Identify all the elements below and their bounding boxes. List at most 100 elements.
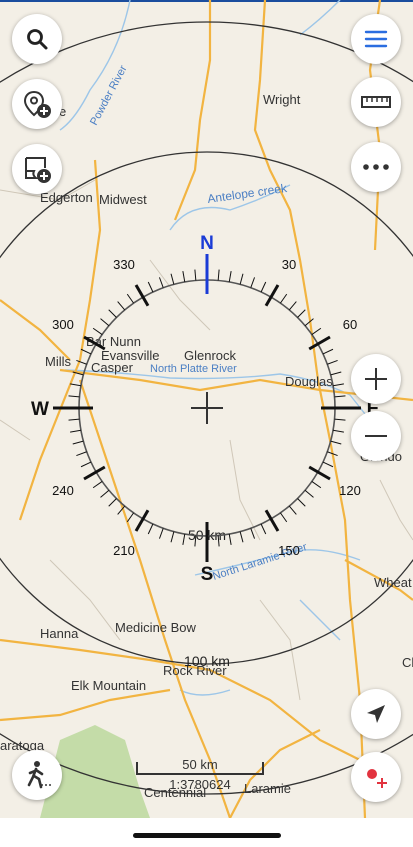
compass-tick xyxy=(182,271,186,283)
hiker-icon xyxy=(27,761,51,789)
place-label: Douglas xyxy=(285,374,333,389)
scale-bar-ratio: 1:3780624 xyxy=(169,777,231,792)
compass-tick xyxy=(147,523,154,535)
place-label: North Platte River xyxy=(150,363,237,375)
compass-tick xyxy=(297,498,306,507)
place-label: Medicine Bow xyxy=(115,620,197,635)
scale-bar xyxy=(136,762,264,775)
compass-tick xyxy=(332,429,344,433)
compass-tick xyxy=(68,395,80,398)
compass-tick xyxy=(280,512,288,523)
compass-tick xyxy=(228,533,232,545)
navigation-arrow-icon xyxy=(367,705,385,723)
compass-tick xyxy=(126,293,134,304)
ruler-icon xyxy=(361,96,391,108)
track-button[interactable] xyxy=(12,750,62,800)
compass-tick xyxy=(250,277,256,288)
compass-tick xyxy=(239,273,244,285)
compass-tick xyxy=(158,277,164,288)
compass-tick xyxy=(182,533,186,545)
compass-tick xyxy=(100,489,110,498)
route-icon xyxy=(367,769,387,788)
compass-tick xyxy=(322,461,334,468)
compass-tick xyxy=(260,281,267,293)
compass-tick xyxy=(170,273,175,285)
compass-tick xyxy=(70,429,82,433)
place-label: Hanna xyxy=(40,626,79,641)
menu-button[interactable] xyxy=(351,14,401,64)
compass-tick xyxy=(92,481,103,489)
compass-tick xyxy=(288,505,297,515)
place-label: Ch xyxy=(402,655,413,670)
compass-tick xyxy=(217,269,220,281)
compass-tick xyxy=(72,440,84,445)
compass-north: N xyxy=(200,233,214,254)
compass-degree: 330 xyxy=(113,257,135,272)
compass-tick xyxy=(330,440,342,445)
add-poi-button[interactable] xyxy=(12,79,62,129)
compass-tick xyxy=(100,318,110,327)
zoom-in-button[interactable] xyxy=(351,354,401,404)
compass-tick xyxy=(280,293,288,304)
place-label: Glenrock xyxy=(184,348,237,363)
compass-tick xyxy=(194,269,197,281)
compass-west: W xyxy=(31,399,49,420)
compass-degree: 150 xyxy=(278,543,300,558)
route-button[interactable] xyxy=(351,752,401,802)
place-label: Wright xyxy=(263,92,301,107)
minus-icon xyxy=(365,435,387,437)
compass-degree: 300 xyxy=(52,317,74,332)
compass-tick xyxy=(297,309,306,318)
compass-tick xyxy=(311,327,322,335)
place-label: Wheat xyxy=(374,575,412,590)
map-canvas[interactable]: Powder River Wright Edgerton Midwest Ant… xyxy=(0,0,413,818)
compass-degree: 60 xyxy=(343,317,357,332)
compass-tick xyxy=(80,461,92,468)
compass-tick xyxy=(239,531,244,543)
zoom-out-button[interactable] xyxy=(351,411,401,461)
place-label: Antelope creek xyxy=(206,181,288,206)
place-label: Mills xyxy=(45,354,71,369)
more-button[interactable] xyxy=(351,142,401,192)
add-poi-icon xyxy=(23,90,51,118)
compass-tick xyxy=(334,395,346,398)
compass-degree: 240 xyxy=(52,483,74,498)
add-note-button[interactable] xyxy=(12,144,62,194)
compass-tick xyxy=(327,359,338,365)
compass-tick xyxy=(304,489,314,498)
place-label: Midwest xyxy=(99,192,147,207)
compass-tick xyxy=(228,271,232,283)
compass-tick xyxy=(68,418,80,421)
place-label: Edgerton xyxy=(40,190,93,205)
compass-tick xyxy=(147,281,154,293)
menu-icon xyxy=(364,30,388,48)
compass-tick xyxy=(70,383,82,387)
place-label: Powder River xyxy=(88,63,130,127)
plus-icon xyxy=(365,368,387,390)
compass-tick xyxy=(117,301,126,311)
compass-tick xyxy=(311,481,322,489)
home-indicator[interactable] xyxy=(133,833,281,838)
compass-tick xyxy=(108,498,117,507)
compass-tick xyxy=(76,451,87,457)
ring-label-outer: 100 km xyxy=(184,653,230,669)
compass-tick xyxy=(80,348,92,355)
compass-degree: 210 xyxy=(113,543,135,558)
compass-tick xyxy=(288,301,297,311)
search-button[interactable] xyxy=(12,14,62,64)
ruler-button[interactable] xyxy=(351,77,401,127)
compass-south: S xyxy=(201,564,214,585)
my-location-button[interactable] xyxy=(351,689,401,739)
place-label: Elk Mountain xyxy=(71,678,146,693)
compass-tick xyxy=(322,348,334,355)
search-icon xyxy=(27,29,48,50)
compass-tick xyxy=(108,309,117,318)
compass-tick xyxy=(332,383,344,387)
compass-tick xyxy=(334,418,346,421)
compass-tick xyxy=(250,528,256,539)
place-label: Casper xyxy=(91,360,134,375)
compass-tick xyxy=(260,523,267,535)
compass-tick xyxy=(158,528,164,539)
compass-tick xyxy=(126,512,134,523)
compass-tick xyxy=(170,531,175,543)
